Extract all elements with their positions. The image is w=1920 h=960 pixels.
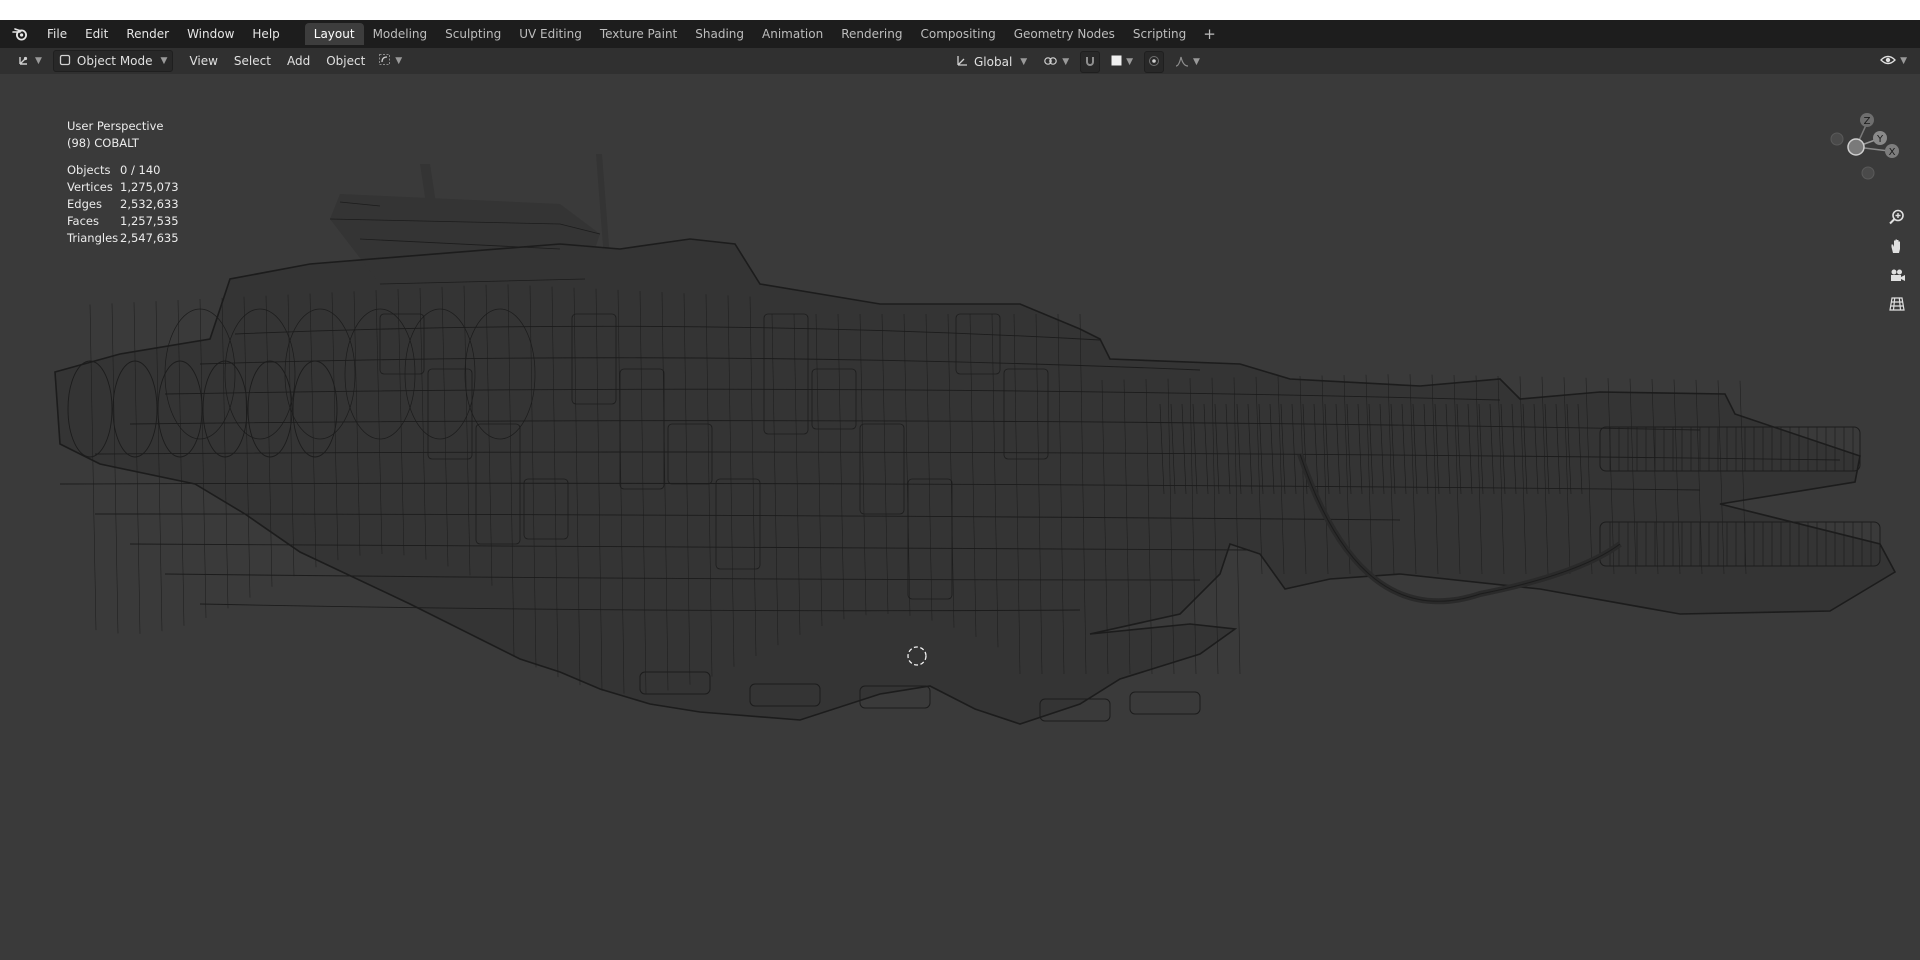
stat-value: 0 / 140 xyxy=(120,163,161,177)
tab-layout[interactable]: Layout xyxy=(304,23,364,45)
chevron-down-icon: ▼ xyxy=(1900,56,1907,66)
add-workspace-button[interactable]: + xyxy=(1195,25,1224,43)
pivot-link-icon xyxy=(1043,55,1058,70)
tab-rendering[interactable]: Rendering xyxy=(832,23,911,45)
snap-target-dropdown[interactable]: ▼ xyxy=(1106,52,1138,72)
tab-uv-editing[interactable]: UV Editing xyxy=(510,23,591,45)
stat-label: Edges xyxy=(67,197,102,211)
stat-row: Vertices 1,275,073 xyxy=(67,179,179,196)
orientation-axes-icon xyxy=(955,54,968,70)
gizmo-x-label: X xyxy=(1889,147,1896,158)
3d-viewport[interactable]: User Perspective (98) COBALT Objects 0 /… xyxy=(0,74,1920,960)
menu-view[interactable]: View xyxy=(181,54,225,68)
stat-label: Triangles xyxy=(67,231,119,245)
tab-sculpting[interactable]: Sculpting xyxy=(436,23,510,45)
tab-modeling[interactable]: Modeling xyxy=(364,23,437,45)
stat-label: Objects xyxy=(67,163,111,177)
stat-value: 2,547,635 xyxy=(120,231,179,245)
falloff-curve-icon xyxy=(1175,55,1189,70)
magnet-icon xyxy=(1084,55,1096,70)
chevron-down-icon: ▼ xyxy=(1126,57,1134,67)
tab-texture-paint[interactable]: Texture Paint xyxy=(591,23,686,45)
menu-help[interactable]: Help xyxy=(243,20,288,48)
mode-dropdown[interactable]: Object Mode ▼ xyxy=(52,50,174,72)
navigation-gizmo[interactable]: Z Y X xyxy=(1820,104,1910,184)
chevron-down-icon: ▼ xyxy=(1193,57,1200,67)
menu-window[interactable]: Window xyxy=(178,20,243,48)
proportional-dot-icon xyxy=(1148,55,1160,70)
object-mode-icon xyxy=(59,54,71,69)
hand-pan-icon[interactable] xyxy=(1886,235,1908,257)
tab-compositing[interactable]: Compositing xyxy=(911,23,1004,45)
stat-value: 1,257,535 xyxy=(120,214,179,228)
stat-label: Vertices xyxy=(67,180,113,194)
chevron-down-icon: ▼ xyxy=(1062,57,1070,67)
eye-icon xyxy=(1880,54,1896,69)
stat-row: Triangles 2,547,635 xyxy=(67,230,179,247)
neg-z-axis-handle[interactable] xyxy=(1861,166,1875,180)
editor-type-button[interactable]: ▼ xyxy=(12,51,47,71)
snap-toggle[interactable] xyxy=(1080,51,1101,73)
dotted-square-icon xyxy=(378,53,391,69)
chevron-down-icon: ▼ xyxy=(35,56,42,66)
orientation-label: Global xyxy=(974,55,1013,69)
menu-add[interactable]: Add xyxy=(279,54,318,68)
transform-controls: Global ▼ ▼ ▼ ▼ xyxy=(950,51,1205,73)
proportional-edit-toggle[interactable] xyxy=(1144,51,1165,73)
scene-statistics: Objects 0 / 140 Vertices 1,275,073 Edges… xyxy=(67,162,179,247)
menu-file[interactable]: File xyxy=(38,20,76,48)
tab-geometry-nodes[interactable]: Geometry Nodes xyxy=(1005,23,1124,45)
orientation-dropdown[interactable]: Global ▼ xyxy=(950,52,1032,72)
camera-icon[interactable] xyxy=(1886,264,1908,286)
chevron-down-icon: ▼ xyxy=(1020,57,1028,67)
viewport-header: ▼ Object Mode ▼ View Select Add Object ▼… xyxy=(0,48,1920,74)
tab-animation[interactable]: Animation xyxy=(753,23,832,45)
top-bar: File Edit Render Window Help Layout Mode… xyxy=(0,20,1920,48)
menu-render[interactable]: Render xyxy=(117,20,178,48)
menu-edit[interactable]: Edit xyxy=(76,20,117,48)
stat-row: Objects 0 / 140 xyxy=(67,162,179,179)
workspace-tabs: Layout Modeling Sculpting UV Editing Tex… xyxy=(304,23,1224,45)
tab-shading[interactable]: Shading xyxy=(686,23,753,45)
header-right-controls: ▼ xyxy=(1875,51,1912,71)
gizmo-z-label: Z xyxy=(1864,116,1871,127)
chevron-down-icon: ▼ xyxy=(160,56,168,66)
menu-select[interactable]: Select xyxy=(226,54,279,68)
falloff-dropdown[interactable]: ▼ xyxy=(1170,52,1205,72)
viewport-info-overlay: User Perspective (98) COBALT Objects 0 /… xyxy=(67,118,179,247)
neg-x-axis-handle[interactable] xyxy=(1830,132,1844,146)
solid-square-icon xyxy=(1111,55,1122,69)
visibility-dropdown[interactable]: ▼ xyxy=(1875,51,1912,71)
blender-logo-icon[interactable] xyxy=(10,24,30,44)
mode-label: Object Mode xyxy=(76,54,153,68)
blender-window: File Edit Render Window Help Layout Mode… xyxy=(0,20,1920,960)
tab-scripting[interactable]: Scripting xyxy=(1124,23,1195,45)
3d-cursor-icon[interactable] xyxy=(907,646,931,670)
grid-ortho-icon[interactable] xyxy=(1886,293,1908,315)
pivot-point-button[interactable]: ▼ xyxy=(1038,52,1074,72)
stat-label: Faces xyxy=(67,214,99,228)
chevron-down-icon: ▼ xyxy=(395,56,403,66)
stat-value: 2,532,633 xyxy=(120,197,179,211)
axis-editor-icon xyxy=(17,53,31,70)
stat-row: Edges 2,532,633 xyxy=(67,196,179,213)
collection-label: (98) COBALT xyxy=(67,136,139,150)
stat-row: Faces 1,257,535 xyxy=(67,213,179,230)
stat-value: 1,275,073 xyxy=(120,180,179,194)
menu-object[interactable]: Object xyxy=(318,54,373,68)
snap-options-button[interactable]: ▼ xyxy=(373,51,407,71)
zoom-icon[interactable] xyxy=(1886,206,1908,228)
gizmo-center[interactable] xyxy=(1847,138,1865,156)
spaceship-wireframe xyxy=(54,154,1897,725)
gizmo-y-label: Y xyxy=(1876,134,1884,145)
perspective-label: User Perspective xyxy=(67,119,164,133)
